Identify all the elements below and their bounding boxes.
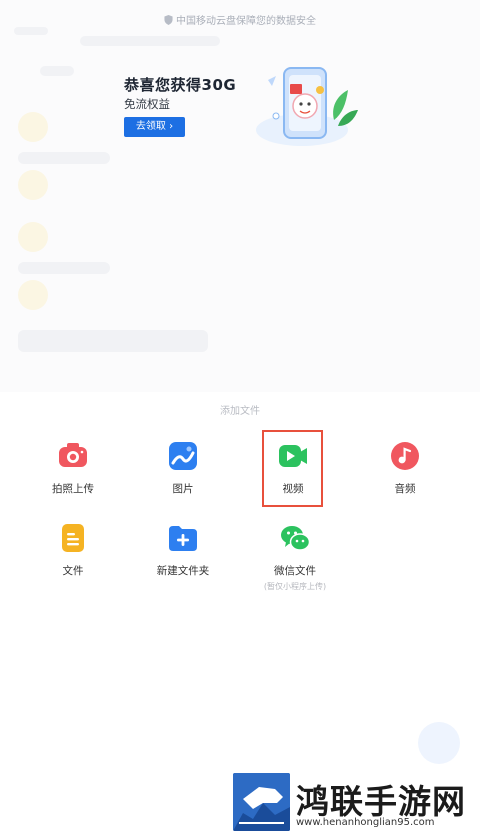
wechat-file-sublabel: (暂仅小程序上传) [263,582,327,591]
audio-button[interactable]: 音频 [360,441,450,496]
wechat-icon [281,526,310,551]
background-bar [80,36,220,46]
document-icon [62,524,84,552]
document-label: 文件 [62,565,84,577]
sheet-title: 添加文件 [220,406,260,417]
new-folder-icon [169,526,197,551]
new-folder-label: 新建文件夹 [156,565,210,577]
video-highlight-box [262,430,323,507]
promo-illustration-icon [256,67,358,146]
background-bar [40,66,74,76]
wechat-file-label: 微信文件 [274,565,316,577]
background-circle [18,170,48,200]
floating-upload-button[interactable] [418,722,460,764]
take-photo-upload-button[interactable]: 拍照上传 [28,441,118,496]
document-button[interactable]: 文件 [28,523,118,578]
audio-label: 音频 [394,483,416,495]
shield-icon [164,15,173,25]
background-bar [18,152,110,164]
background-circle [18,280,48,310]
page: 中国移动云盘保障您的数据安全 恭喜您获得30G 免流权益 去领取 › 添加文件 … [0,0,480,834]
new-folder-button[interactable]: 新建文件夹 [138,523,228,578]
take-photo-upload-label: 拍照上传 [52,483,94,495]
promo-banner[interactable]: 恭喜您获得30G 免流权益 去领取 › [100,56,380,148]
claim-button[interactable]: 去领取 › [124,117,185,137]
background-bar [18,330,208,352]
camera-icon [59,443,87,467]
image-button[interactable]: 图片 [138,441,228,496]
watermark-name: 鸿联手游网 [296,782,466,821]
promo-title: 恭喜您获得30G [124,76,237,94]
security-notice: 中国移动云盘保障您的数据安全 [0,12,480,27]
background-circle [18,222,48,252]
watermark: 鸿联手游网 www.henanhonglian95.com [233,773,480,834]
security-notice-text: 中国移动云盘保障您的数据安全 [176,16,316,27]
promo-subtitle: 免流权益 [124,97,170,111]
music-icon [391,442,419,470]
image-label: 图片 [172,483,194,495]
image-icon [169,442,197,470]
watermark-url: www.henanhonglian95.com [296,817,435,828]
background-bar [18,262,110,274]
background-bar [14,27,48,35]
background-circle [18,112,48,142]
watermark-logo-icon [233,773,290,831]
wechat-file-button[interactable]: 微信文件 (暂仅小程序上传) [250,523,340,592]
